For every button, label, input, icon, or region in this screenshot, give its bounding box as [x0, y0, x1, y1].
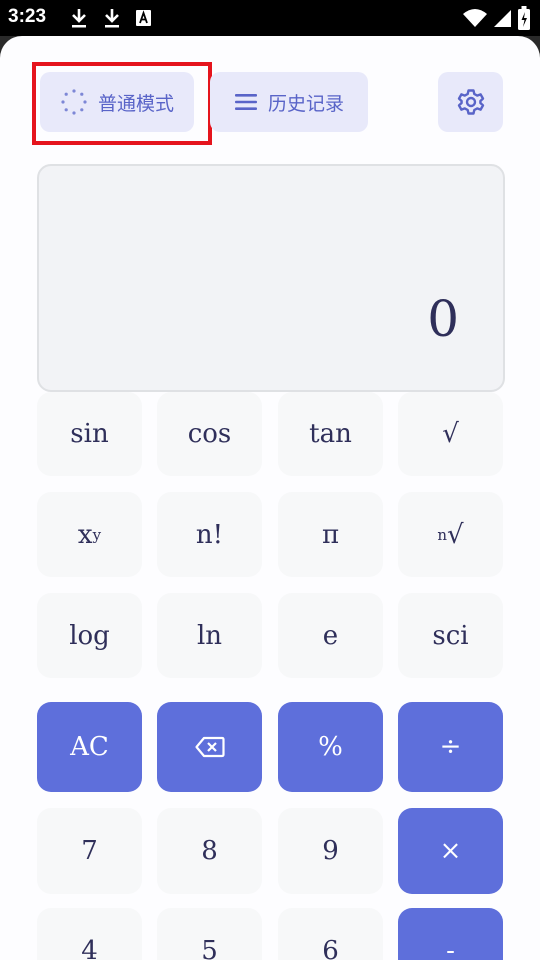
multiply-key[interactable]: ×: [398, 808, 503, 894]
digit-5-key[interactable]: 5: [157, 908, 262, 960]
download-icon: [105, 9, 119, 28]
status-bar: 3:23: [0, 0, 540, 36]
pi-key[interactable]: π: [278, 492, 383, 577]
history-button[interactable]: 历史记录: [210, 72, 368, 132]
digit-8-key[interactable]: 8: [157, 808, 262, 894]
percent-key[interactable]: %: [278, 702, 383, 792]
ln-key[interactable]: ln: [157, 593, 262, 678]
e-key[interactable]: e: [278, 593, 383, 678]
calculator-sheet: 普通模式 历史记录 0 sin cos tan √ xy n! π n √ log…: [0, 36, 540, 960]
clear-key[interactable]: AC: [37, 702, 142, 792]
mode-button[interactable]: 普通模式: [40, 72, 194, 132]
digit-4-key[interactable]: 4: [37, 908, 142, 960]
factorial-key[interactable]: n!: [157, 492, 262, 577]
signal-icon: [494, 10, 511, 27]
power-key-base: x: [77, 519, 93, 550]
history-button-label: 历史记录: [267, 92, 344, 115]
sci-key[interactable]: sci: [398, 593, 503, 678]
menu-icon: [234, 94, 257, 110]
digit-7-key[interactable]: 7: [37, 808, 142, 894]
tan-key[interactable]: tan: [278, 392, 383, 476]
minus-key[interactable]: -: [398, 908, 503, 960]
backspace-icon: [194, 736, 225, 758]
display-value: 0: [427, 290, 459, 348]
divide-key[interactable]: ÷: [398, 702, 503, 792]
wifi-icon: [463, 9, 487, 27]
gear-icon: [457, 89, 484, 115]
battery-icon: [518, 6, 530, 30]
nth-root-key[interactable]: n √: [398, 492, 503, 577]
status-time: 3:23: [8, 6, 47, 27]
backspace-key[interactable]: [157, 702, 262, 792]
loading-dots-icon: [61, 89, 87, 115]
nth-root-symbol: √: [447, 519, 464, 550]
digit-6-key[interactable]: 6: [278, 908, 383, 960]
digit-9-key[interactable]: 9: [278, 808, 383, 894]
sqrt-key[interactable]: √: [398, 392, 503, 476]
font-a-icon: [136, 10, 151, 26]
power-key[interactable]: xy: [37, 492, 142, 577]
settings-button[interactable]: [438, 72, 503, 132]
mode-button-label: 普通模式: [97, 92, 174, 115]
result-display: 0: [37, 164, 505, 392]
sin-key[interactable]: sin: [37, 392, 142, 476]
cos-key[interactable]: cos: [157, 392, 262, 476]
download-icon: [72, 9, 86, 28]
log-key[interactable]: log: [37, 593, 142, 678]
